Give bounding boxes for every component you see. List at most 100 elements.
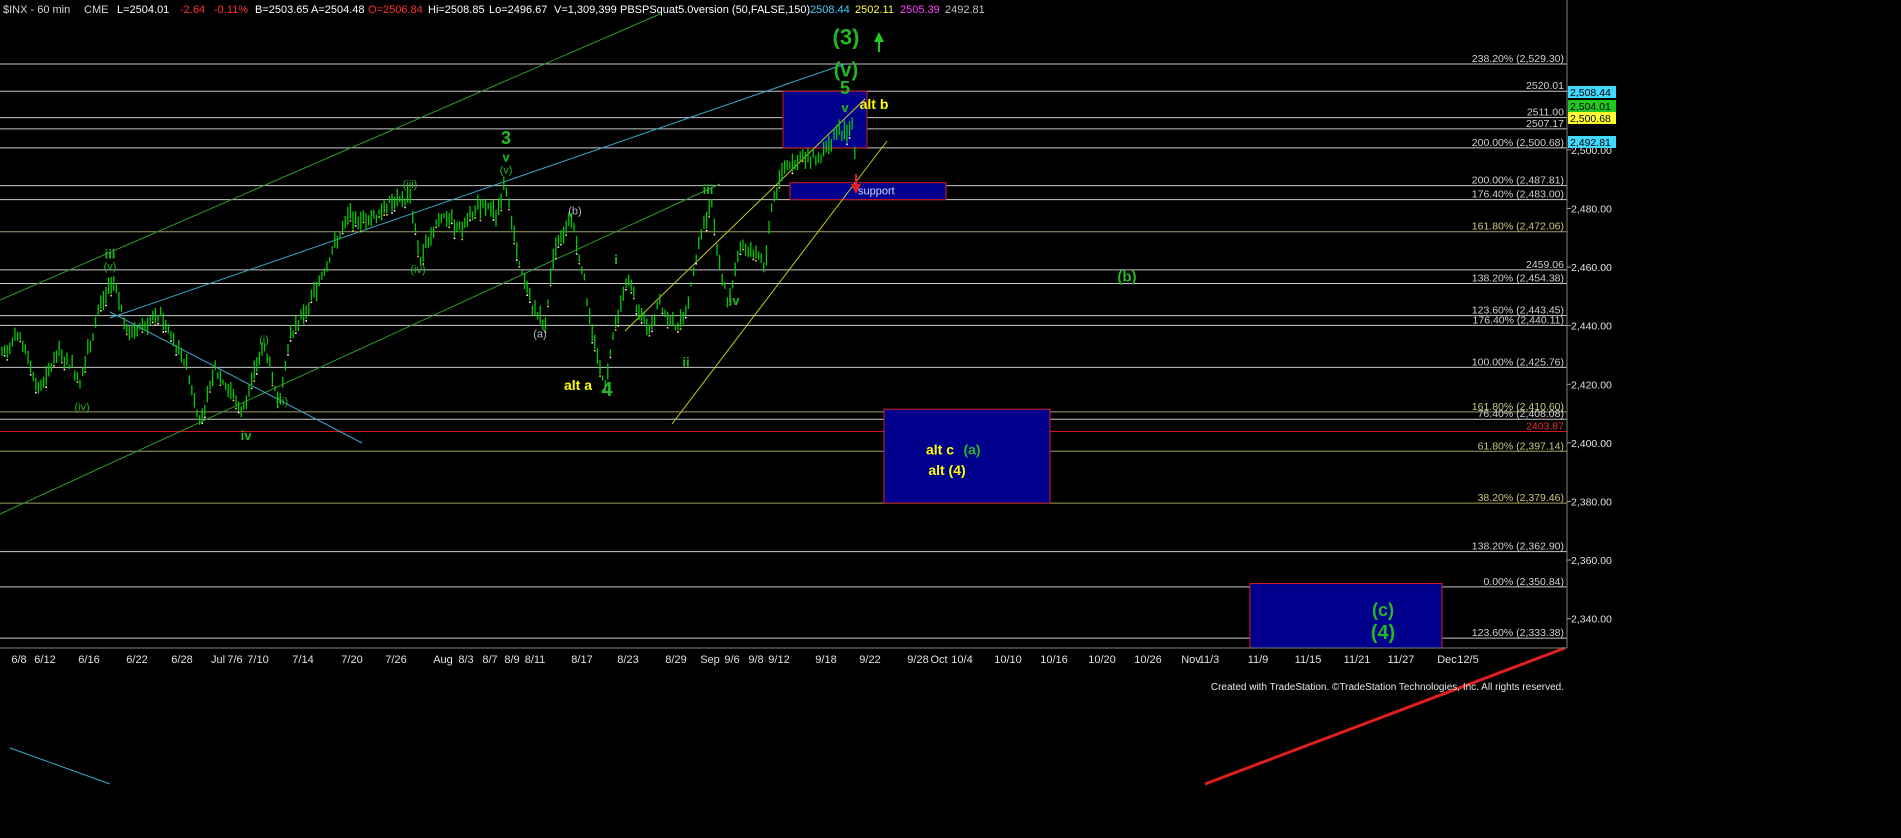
bar-dot [6,359,8,361]
study-value-3: 2505.39 [900,4,940,16]
x-tick-label: 8/17 [571,654,592,666]
bar-dot [391,212,393,214]
bar-dot [547,305,549,308]
bar-dot [518,265,521,268]
bar-dot [685,316,687,319]
level-label: 238.20% (2,529.30) [1472,53,1564,65]
wave-label: iii [105,246,116,261]
exchange-label: CME [84,4,108,16]
x-tick-label: 11/15 [1295,654,1322,666]
bar-dot [362,221,365,224]
x-tick-label: 7/20 [341,654,362,666]
wave-label: iii [703,182,714,197]
bar-dot [513,242,515,245]
bar-dot [253,380,255,382]
bar-dot [677,331,679,333]
x-tick-label: 8/29 [665,654,686,666]
price-tag-label: 2,504.01 [1570,101,1611,113]
wave-label: (ii) [276,396,288,408]
bar-dot [640,322,643,324]
bar-dot [35,391,37,394]
bar-dot [679,328,682,330]
bar-dot [802,160,804,163]
bar-dot [560,243,562,246]
bar-dot [739,253,742,256]
level-label: 138.20% (2,362.90) [1472,541,1564,553]
chart-header: $INX - 60 min CME L=2504.01 -2.64 -0.11%… [3,4,985,16]
x-tick-label: 6/16 [78,654,99,666]
bar-dot [110,294,112,297]
study-value-4: 2492.81 [945,4,985,16]
level-label: 2459.06 [1526,259,1564,271]
bar-dot [755,260,757,262]
wave-label: v [502,150,510,165]
bar-dot [453,237,456,240]
wave-label: (3) [833,24,860,49]
bar-dot [305,320,307,322]
x-tick-label: 6/8 [11,654,26,666]
y-tick-label: 2,480.00 [1571,203,1612,215]
bar-dot [614,329,617,331]
bar-dot [393,209,396,212]
y-tick-label: 2,440.00 [1571,321,1612,333]
bar-dot [3,354,6,357]
x-tick-label: 8/9 [504,654,519,666]
last-price: L=2504.01 [117,4,169,16]
bar-dot [232,399,235,402]
bar-dot [778,186,781,189]
wave-label: (v) [500,164,513,176]
wave-label: alt a [564,377,592,393]
bar-dot [100,309,102,312]
bar-dot [105,304,107,307]
bar-dot [256,373,258,375]
bar-dot [204,416,206,419]
bar-dot [76,381,79,383]
x-tick-label: 10/4 [951,654,972,666]
level-label: 2507.17 [1526,118,1564,130]
x-tick-label: Oct [930,654,947,666]
bar-dot [451,222,453,225]
bar-dot [162,331,164,333]
wave-label: v [841,100,849,115]
wave-label: i [614,252,618,267]
bar-dot [575,253,578,255]
x-tick-label: 9/22 [859,654,880,666]
wave-label: (b) [568,205,581,217]
level-label: 176.40% (2,440.11) [1473,314,1564,326]
bar-dot [378,216,380,218]
bar-dot [271,384,274,387]
y-tick-label: 2,460.00 [1571,262,1612,274]
level-label: 161.80% (2,472.06) [1472,221,1564,233]
level-label: 2511.00 [1527,107,1564,119]
target-box [1249,583,1443,649]
level-label: 123.60% (2,333.38) [1472,627,1564,639]
x-tick-label: 11/9 [1248,654,1269,666]
x-tick-label: 7/10 [247,654,268,666]
level-label: 100.00% (2,425.76) [1472,356,1564,368]
wave-label: 3 [501,128,511,148]
bar-dot [848,137,851,139]
level-label: 176.40% (2,483.00) [1472,189,1564,201]
x-tick-label: 7/26 [385,654,406,666]
bar-dot [648,335,651,337]
change-pct: -0.11% [214,4,248,16]
price-axis-panel [1567,0,1901,838]
bar-dot [386,213,388,216]
bar-dot [594,349,596,352]
x-tick-label: 6/12 [34,654,55,666]
bar-dot [508,208,510,211]
price-chart[interactable]: $INX - 60 min CME L=2504.01 -2.64 -0.11%… [0,0,1901,838]
bar-dot [45,386,47,388]
x-tick-label: 8/3 [458,654,473,666]
wave-label: alt c [926,442,954,458]
bar-dot [250,387,253,390]
x-tick-label: 11/3 [1199,654,1220,666]
bar-dot [635,313,638,315]
price-tag-label: 2,500.68 [1570,113,1611,125]
bar-dot [578,262,580,265]
high-price: Hi=2508.85 [428,4,485,16]
bar-dot [383,214,385,216]
x-tick-label: 7/6 [227,654,242,666]
x-tick-label: 9/8 [748,654,763,666]
bar-dot [617,324,619,327]
